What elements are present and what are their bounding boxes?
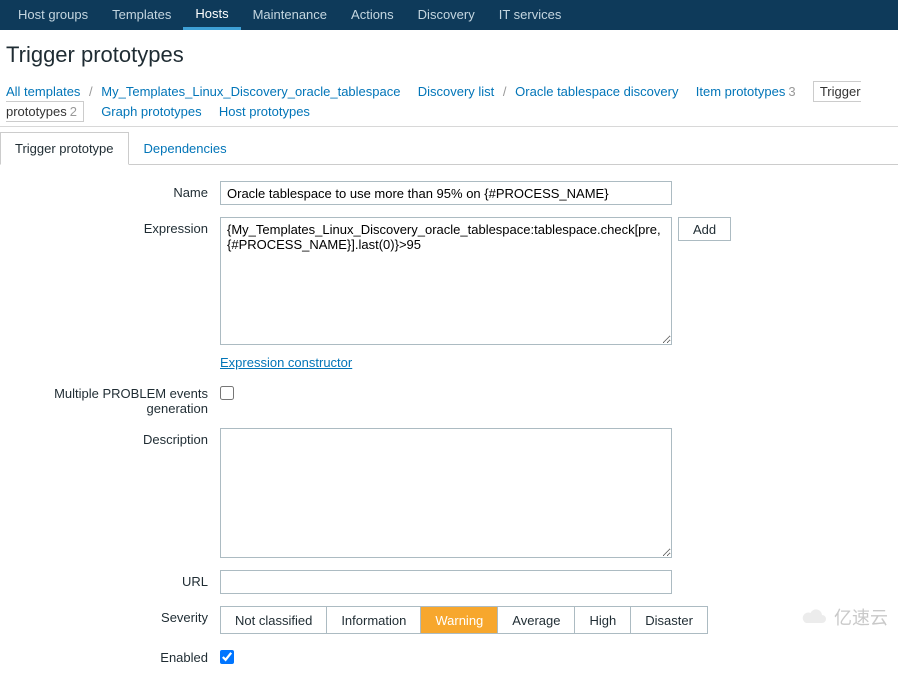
description-input[interactable] [220,428,672,558]
crumb-graph-prototypes[interactable]: Graph prototypes [101,104,201,119]
severity-label: Severity [0,606,220,625]
crumb-discovery-rule[interactable]: Oracle tablespace discovery [515,84,678,99]
nav-it-services[interactable]: IT services [487,0,574,30]
nav-actions[interactable]: Actions [339,0,406,30]
crumb-discovery-list[interactable]: Discovery list [418,84,495,99]
severity-high[interactable]: High [575,607,631,633]
nav-host-groups[interactable]: Host groups [6,0,100,30]
name-input[interactable] [220,181,672,205]
watermark: 亿速云 [800,604,888,630]
tabs: Trigger prototype Dependencies [0,131,898,165]
severity-group: Not classified Information Warning Avera… [220,606,708,634]
crumb-item-prototypes[interactable]: Item prototypes [696,84,786,99]
multiple-checkbox[interactable] [220,386,234,400]
page-title: Trigger prototypes [0,30,898,78]
description-label: Description [0,428,220,447]
nav-templates[interactable]: Templates [100,0,183,30]
severity-disaster[interactable]: Disaster [631,607,707,633]
crumb-template-name[interactable]: My_Templates_Linux_Discovery_oracle_tabl… [101,84,400,99]
tab-dependencies[interactable]: Dependencies [129,132,242,165]
severity-not-classified[interactable]: Not classified [221,607,327,633]
nav-hosts[interactable]: Hosts [183,0,240,30]
breadcrumb: All templates / My_Templates_Linux_Disco… [0,78,898,127]
name-label: Name [0,181,220,200]
expression-constructor-link[interactable]: Expression constructor [220,355,352,370]
expression-label: Expression [0,217,220,236]
cloud-icon [800,607,830,627]
add-button[interactable]: Add [678,217,731,241]
enabled-label: Enabled [0,646,220,665]
severity-average[interactable]: Average [498,607,575,633]
trigger-form: Name Expression {My_Templates_Linux_Disc… [0,165,898,693]
nav-discovery[interactable]: Discovery [406,0,487,30]
item-prototypes-count: 3 [785,84,795,99]
nav-maintenance[interactable]: Maintenance [241,0,339,30]
severity-information[interactable]: Information [327,607,421,633]
url-input[interactable] [220,570,672,594]
crumb-all-templates[interactable]: All templates [6,84,80,99]
top-navigation: Host groups Templates Hosts Maintenance … [0,0,898,30]
expression-input[interactable]: {My_Templates_Linux_Discovery_oracle_tab… [220,217,672,345]
multiple-label: Multiple PROBLEM events generation [0,382,220,416]
crumb-host-prototypes[interactable]: Host prototypes [219,104,310,119]
tab-trigger-prototype[interactable]: Trigger prototype [0,132,129,165]
url-label: URL [0,570,220,589]
severity-warning[interactable]: Warning [421,607,498,633]
enabled-checkbox[interactable] [220,650,234,664]
